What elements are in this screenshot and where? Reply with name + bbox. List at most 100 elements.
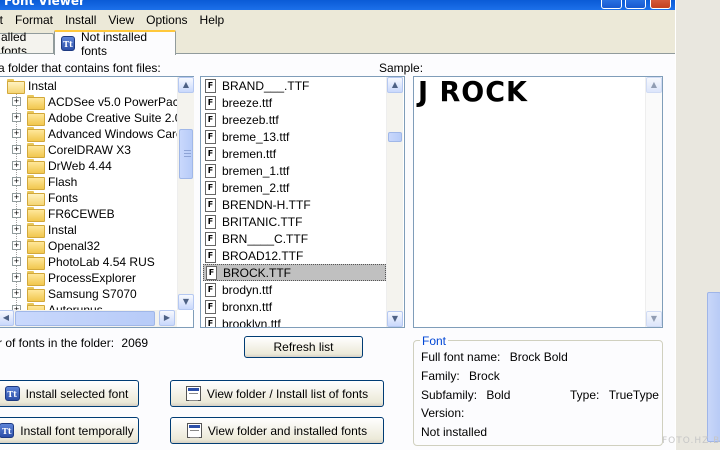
tab-not-installed-fonts[interactable]: Tt Not installed fonts <box>54 30 176 58</box>
tree-item-label: Instal <box>48 223 77 237</box>
folder-icon <box>27 191 45 206</box>
expand-icon[interactable]: + <box>12 129 21 138</box>
tree-item-label: Advanced Windows Care 2 <box>48 127 193 141</box>
maximize-button[interactable] <box>625 0 646 9</box>
font-file-icon: F <box>205 163 216 178</box>
file-list-item[interactable]: F BRAND___.TTF <box>203 77 386 94</box>
tree-item-label: Samsung S7070 <box>48 287 137 301</box>
file-list-item[interactable]: F BRITANIC.TTF <box>203 213 386 230</box>
file-list-item[interactable]: F BRENDN-H.TTF <box>203 196 386 213</box>
expand-icon[interactable]: + <box>12 241 21 250</box>
sample-label: Sample: <box>379 61 424 75</box>
tree-vertical-scrollbar[interactable]: ▲ ▼ <box>177 77 194 310</box>
version-label: Version: <box>421 406 465 420</box>
full-name-value: Brock Bold <box>509 350 568 364</box>
background-scrollbar-thumb[interactable] <box>707 292 720 442</box>
file-list-item[interactable]: Fbremen_1.ttf <box>203 162 386 179</box>
file-name: breme_13.ttf <box>222 129 290 144</box>
folder-tree[interactable]: Instal + ACDSee v5.0 PowerPack F + Adobe Cr… <box>0 76 194 328</box>
tree-item-label: Instal <box>28 79 57 93</box>
file-list[interactable]: F BRAND___.TTF Fbreeze.ttf Fbreezeb.ttf Fbre… <box>200 76 405 328</box>
expand-icon[interactable]: + <box>12 225 21 234</box>
font-file-icon: F <box>206 265 217 280</box>
subfamily-label: Subfamily: <box>421 388 478 402</box>
file-list-item[interactable]: F BROAD12.TTF <box>203 247 386 264</box>
sample-scrollbar[interactable]: ▲ ▼ <box>645 77 662 327</box>
font-file-icon: F <box>205 78 216 93</box>
scroll-down-arrow-icon[interactable]: ▼ <box>178 294 194 310</box>
file-list-item[interactable]: Fbrodyn.ttf <box>203 281 386 298</box>
expand-icon[interactable]: + <box>12 209 21 218</box>
menu-options[interactable]: Options <box>140 13 193 27</box>
file-list-item[interactable]: Fbremen.ttf <box>203 145 386 162</box>
expand-icon[interactable]: + <box>12 289 21 298</box>
file-name: brooklvn.ttf <box>222 316 281 328</box>
view-folder-install-list-button[interactable]: View folder / Install list of fonts <box>170 380 384 407</box>
file-list-item[interactable]: Fbreme_13.ttf <box>203 128 386 145</box>
font-file-icon: F <box>205 282 216 297</box>
scroll-up-arrow-icon[interactable]: ▲ <box>387 77 403 93</box>
expand-icon[interactable]: + <box>12 273 21 282</box>
menu-format[interactable]: Format <box>9 13 59 27</box>
tree-item-label: Fonts <box>48 191 79 205</box>
close-button[interactable] <box>650 0 671 9</box>
file-list-scroll-thumb[interactable] <box>388 132 402 142</box>
subfamily-row: Subfamily: Bold <box>421 388 510 402</box>
file-list-item[interactable]: Fbreezeb.ttf <box>203 111 386 128</box>
minimize-button[interactable] <box>601 0 622 9</box>
expand-icon[interactable]: + <box>12 193 21 202</box>
type-row: Type: TrueType <box>570 388 659 402</box>
menu-file[interactable]: it <box>0 13 9 27</box>
file-list-item[interactable]: Fbronxn.ttf <box>203 298 386 315</box>
tree-item-label: PhotoLab 4.54 RUS <box>48 255 155 269</box>
font-count-caption: r of fonts in the folder: <box>0 336 115 350</box>
family-value: Brock <box>469 369 500 383</box>
view-folder-installed-fonts-button[interactable]: View folder and installed fonts <box>170 417 384 444</box>
install-selected-font-button[interactable]: Tt Install selected font <box>0 380 139 407</box>
file-name: breezeb.ttf <box>222 112 279 127</box>
expand-icon[interactable]: + <box>12 145 21 154</box>
tree-horizontal-scrollbar[interactable]: ◀ ▶ <box>0 310 177 327</box>
menu-help[interactable]: Help <box>194 13 231 27</box>
refresh-list-button[interactable]: Refresh list <box>244 336 363 358</box>
file-name: bremen_2.ttf <box>222 180 290 195</box>
font-file-icon: F <box>205 231 216 246</box>
tree-item-label: CorelDRAW X3 <box>48 143 131 157</box>
file-list-item[interactable]: Fbremen_2.ttf <box>203 179 386 196</box>
font-file-icon: F <box>205 129 216 144</box>
scroll-right-arrow-icon[interactable]: ▶ <box>159 310 175 326</box>
expand-icon[interactable]: + <box>12 113 21 122</box>
menu-install[interactable]: Install <box>59 13 102 27</box>
folder-icon <box>27 223 45 238</box>
scroll-down-arrow-icon[interactable]: ▼ <box>387 311 403 327</box>
tree-item-label: Adobe Creative Suite 2.0 <box>48 111 182 125</box>
tree-item-label: ACDSee v5.0 PowerPack F <box>48 95 194 109</box>
tree-item-label: Flash <box>48 175 78 189</box>
tree-scroll-thumb[interactable] <box>179 129 193 179</box>
folder-open-icon <box>7 79 25 94</box>
file-name: BRENDN-H.TTF <box>222 197 311 212</box>
file-list-item[interactable]: Fbrooklvn.ttf <box>203 315 386 328</box>
file-list-item[interactable]: F BRN____C.TTF <box>203 230 386 247</box>
tree-item-label: FR6CEWEB <box>48 207 115 221</box>
file-list-item[interactable]: F BROCK.TTF <box>203 264 386 281</box>
expand-icon[interactable]: + <box>12 97 21 106</box>
tree-hscroll-thumb[interactable] <box>15 311 155 326</box>
expand-icon[interactable]: + <box>12 177 21 186</box>
expand-icon[interactable]: + <box>12 161 21 170</box>
scroll-up-arrow-icon[interactable]: ▲ <box>646 77 662 93</box>
file-list-scrollbar[interactable]: ▲ ▼ <box>386 77 403 327</box>
menu-view[interactable]: View <box>102 13 140 27</box>
full-name-row: Full font name: Brock Bold <box>421 350 568 364</box>
scroll-up-arrow-icon[interactable]: ▲ <box>178 77 194 93</box>
scroll-down-arrow-icon[interactable]: ▼ <box>646 311 662 327</box>
file-list-item[interactable]: Fbreeze.ttf <box>203 94 386 111</box>
file-name: bronxn.ttf <box>222 299 273 314</box>
menu-bar: it Format Install View Options Help <box>0 10 675 29</box>
install-font-temporally-button[interactable]: Tt Install font temporally <box>0 417 139 444</box>
subfamily-value: Bold <box>486 388 511 402</box>
tab-installed-fonts[interactable]: alled fonts <box>0 30 54 58</box>
expand-icon[interactable]: + <box>12 257 21 266</box>
watermark: FOTO.HZ.BY <box>662 436 720 446</box>
scroll-left-arrow-icon[interactable]: ◀ <box>0 310 14 326</box>
